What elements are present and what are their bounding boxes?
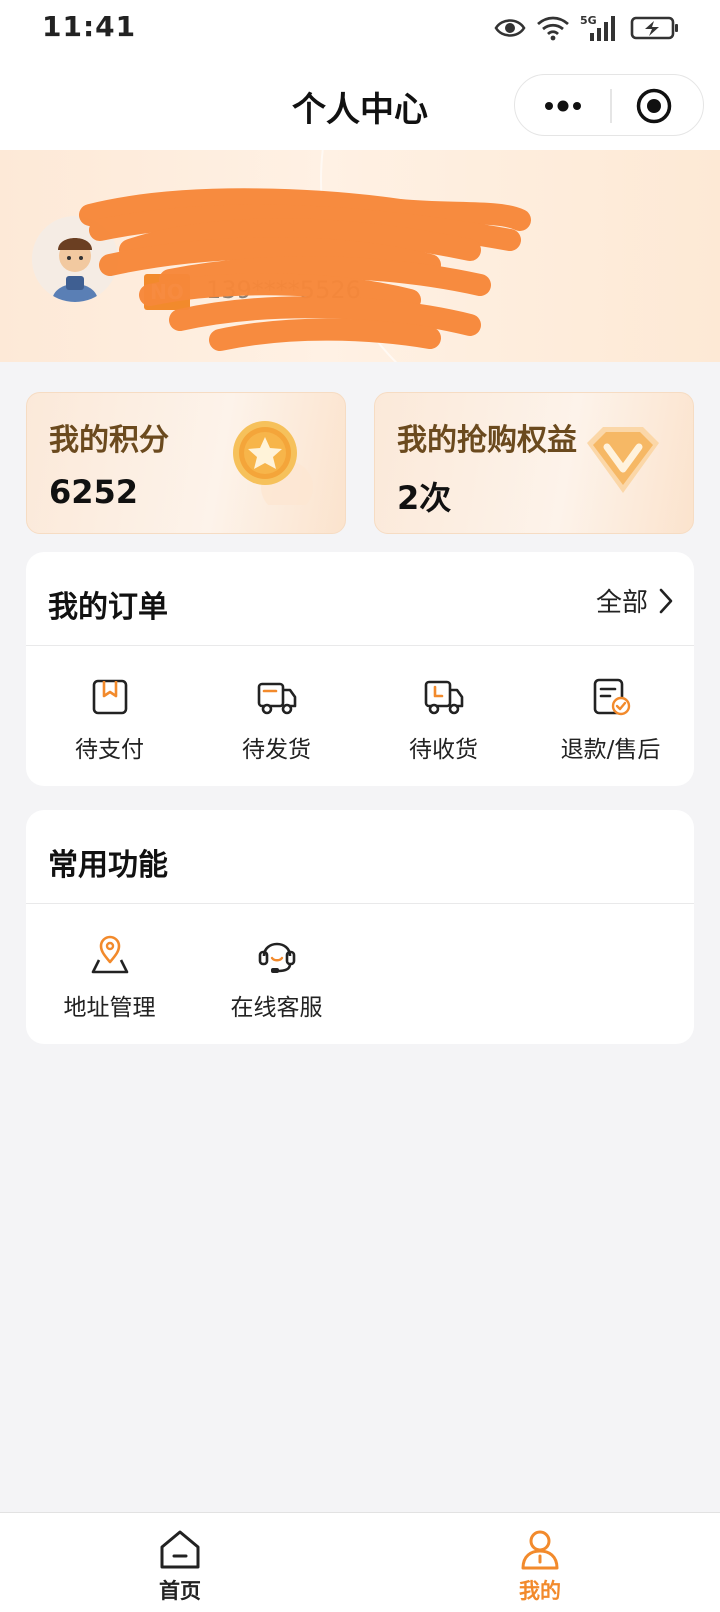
wifi-icon [537,16,569,41]
address-management[interactable]: 地址管理 [26,934,193,1022]
profile-header[interactable]: NO 139****5526 [0,150,720,362]
functions-panel: 常用功能 地址管理 在线客服 [26,810,694,1044]
eye-icon [494,19,526,37]
location-map-icon [91,935,128,974]
network-type: 5G [580,14,597,27]
headset-icon [258,942,295,973]
signal-5g-icon: 5G [580,14,615,41]
truck-clock-icon [424,680,463,715]
order-pending-payment[interactable]: 待支付 [26,676,193,764]
status-time: 11:41 [42,10,137,43]
chevron-right-icon [659,588,673,613]
orders-all-label: 全部 [595,588,648,618]
points-title: 我的积分 [49,423,169,458]
status-icons: 5G [494,12,680,44]
address-management-label: 地址管理 [63,995,156,1021]
functions-title: 常用功能 [48,848,168,883]
tab-bar: 首页 我的 [0,1512,720,1612]
purchase-rights-title: 我的抢购权益 [397,423,577,458]
functions-header: 常用功能 [26,810,694,904]
truck-icon [257,682,296,715]
order-pending-payment-label: 待支付 [75,737,144,763]
tab-mine-label: 我的 [519,1579,561,1603]
order-pending-receipt-label: 待收货 [409,737,478,763]
order-pending-shipment-label: 待发货 [242,737,311,763]
nav-bar: 个人中心 [0,56,720,150]
status-bar: 11:41 5G [0,0,720,56]
star-coin-icon [233,421,313,505]
online-customer-service[interactable]: 在线客服 [193,934,360,1022]
orders-header: 我的订单 全部 [26,552,694,646]
diamond-v-icon [587,427,659,493]
order-pending-shipment[interactable]: 待发货 [193,676,360,764]
refund-doc-icon [593,678,630,716]
close-target-icon[interactable] [635,87,673,125]
tab-home[interactable]: 首页 [130,1527,230,1605]
tab-mine[interactable]: 我的 [490,1527,590,1605]
wallet-icon [92,679,127,715]
user-icon [521,1530,559,1570]
order-refund-aftersale[interactable]: 退款/售后 [527,676,694,764]
orders-panel: 我的订单 全部 待支付 待发货 待收货 退款/售后 [26,552,694,786]
tab-home-label: 首页 [159,1579,201,1603]
more-icon[interactable] [541,93,585,119]
home-icon [160,1530,200,1569]
order-pending-receipt[interactable]: 待收货 [360,676,527,764]
purchase-rights-value: 2次 [397,479,452,517]
online-customer-service-label: 在线客服 [230,995,323,1021]
redaction-scribble [79,188,531,351]
purchase-rights-card[interactable]: 我的抢购权益 2次 [374,392,694,534]
points-value: 6252 [49,473,139,511]
mini-program-capsule [514,74,704,136]
points-card[interactable]: 我的积分 6252 [26,392,346,534]
capsule-divider [610,89,612,123]
orders-all-link[interactable]: 全部 [596,582,674,619]
order-refund-aftersale-label: 退款/售后 [560,737,661,763]
battery-icon [630,16,678,40]
orders-title: 我的订单 [48,590,168,625]
